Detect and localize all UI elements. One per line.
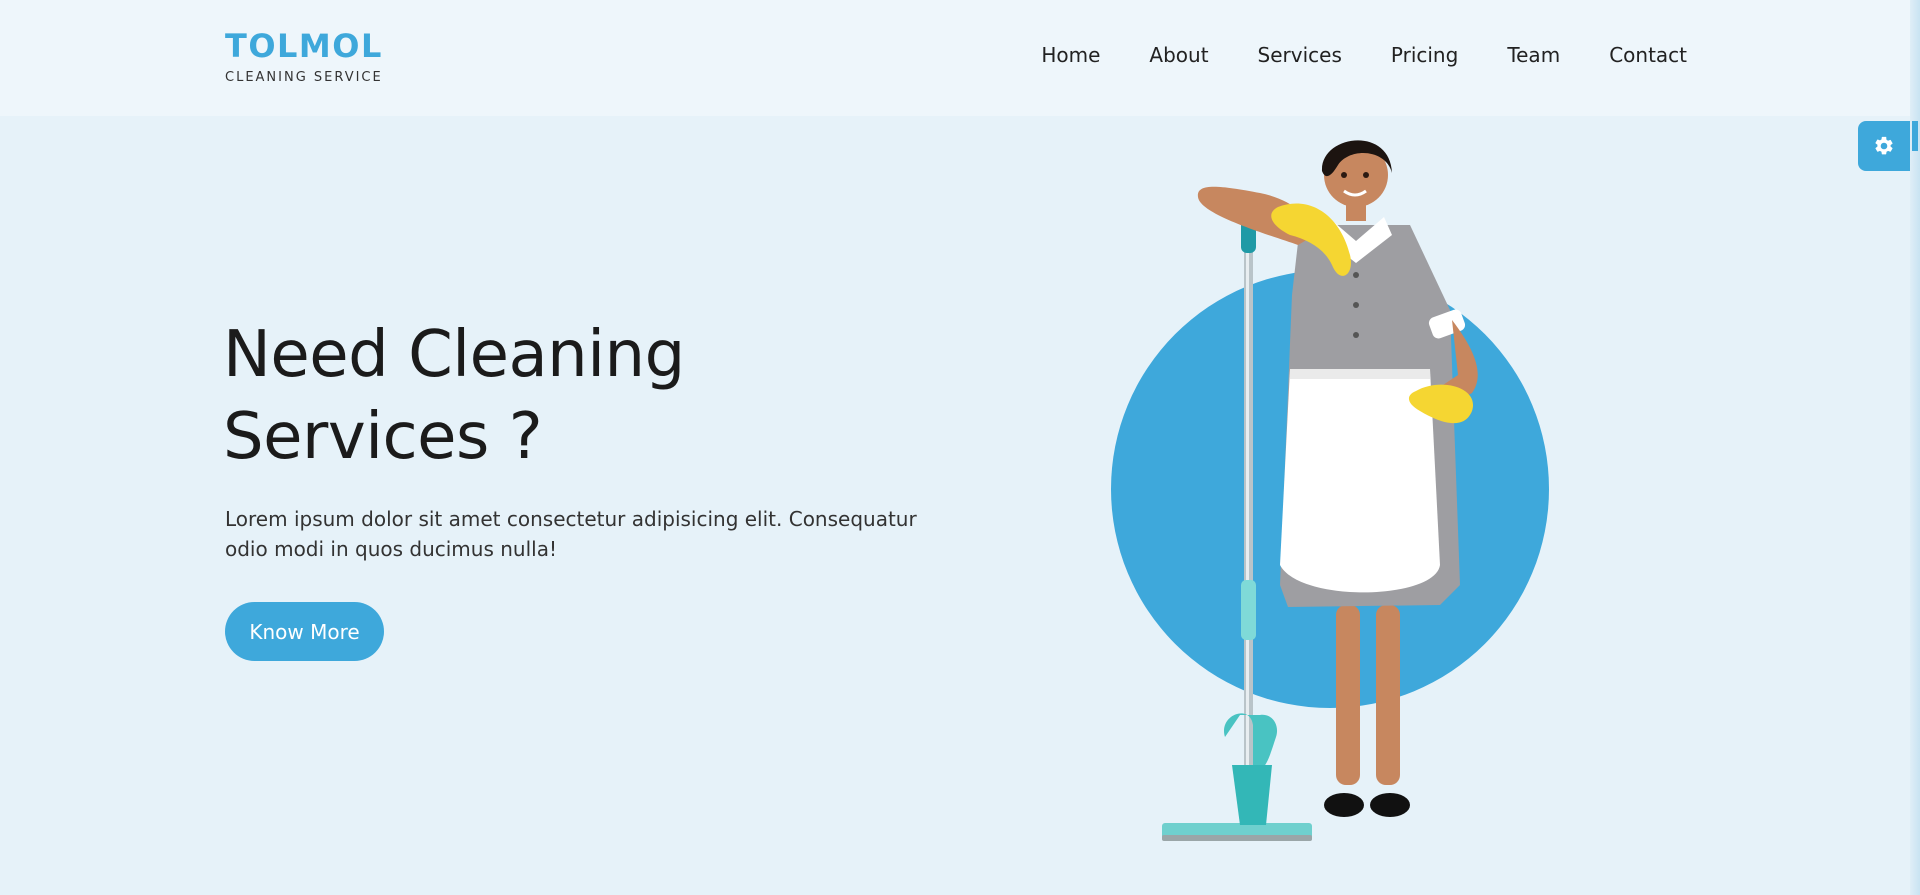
hero-description: Lorem ipsum dolor sit amet consectetur a… (225, 507, 917, 561)
main-nav: Home About Services Pricing Team Contact (992, 40, 1687, 70)
brand-tagline: CLEANING SERVICE (225, 70, 383, 85)
scrollbar[interactable] (1910, 0, 1920, 895)
site-header: TOLMOL CLEANING SERVICE Home About Servi… (0, 0, 1920, 116)
settings-button[interactable] (1858, 121, 1910, 171)
brand-logo[interactable]: TOLMOL CLEANING SERVICE (225, 26, 383, 86)
hero-title: Need Cleaning Services ? (223, 314, 983, 478)
hero-title-line-1: Need Cleaning (223, 318, 685, 392)
hero-title-line-2: Services ? (223, 400, 543, 474)
hero-image (1111, 140, 1549, 841)
nav-item-team[interactable]: Team (1507, 40, 1560, 70)
nav-item-pricing[interactable]: Pricing (1391, 40, 1458, 70)
know-more-button[interactable]: Know More (225, 602, 384, 661)
nav-item-services[interactable]: Services (1258, 40, 1342, 70)
scrollbar-thumb[interactable] (1912, 121, 1918, 151)
nav-item-about[interactable]: About (1149, 40, 1208, 70)
gear-icon (1875, 136, 1893, 155)
brand-name: TOLMOL (225, 27, 383, 65)
nav-item-contact[interactable]: Contact (1609, 40, 1687, 70)
nav-item-home[interactable]: Home (1041, 40, 1100, 70)
